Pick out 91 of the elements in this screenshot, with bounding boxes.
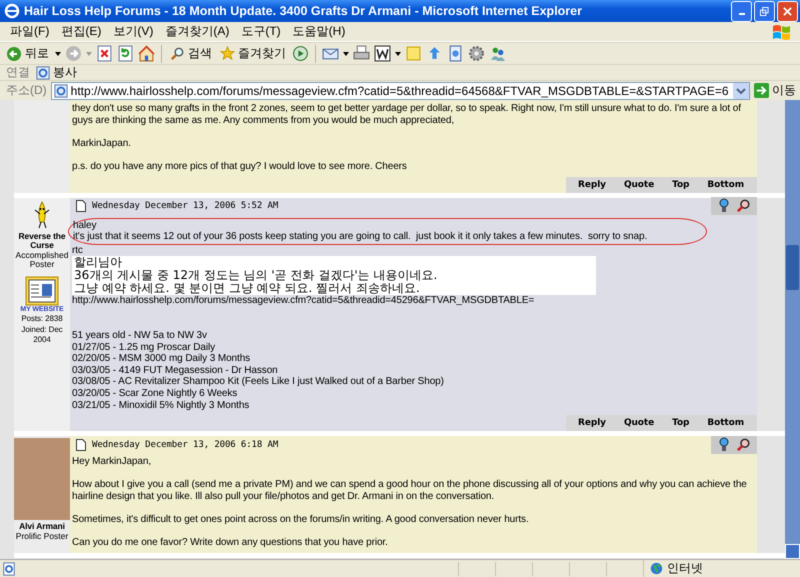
page-status-icon [2,562,16,576]
close-icon [783,6,792,16]
post-text: Sometimes, it's difficult to get ones point across on the forums/in writing. A good conversation never hurts. [72,514,530,526]
post-text: rtc [72,244,84,256]
post-action-link[interactable]: Reply [578,180,606,190]
gear-icon[interactable] [468,45,485,62]
menu-item[interactable]: 파일(F) [4,23,56,40]
post-action-link[interactable]: Bottom [707,418,744,428]
page-icon [76,438,86,451]
menu-item[interactable]: 도구(T) [235,23,287,40]
author-stat: Joined: Dec 2004 [20,324,64,345]
menu-item[interactable]: 도움말(H) [286,23,352,40]
caret-icon[interactable] [343,52,349,56]
window-title: Hair Loss Help Forums - 18 Month Update. 3400 Grafts Dr Armani - Microsoft Internet Explorer [24,4,583,18]
search-button[interactable]: 검색 [168,45,214,62]
post-action-link[interactable]: Top [672,180,690,190]
globe-icon [650,562,663,575]
post-action-link[interactable]: Quote [624,418,654,428]
dropdown-icon[interactable] [733,82,749,98]
address-field[interactable]: http://www.hairlosshelp.com/forums/messageview.cfm?catid=5&threadid=64568&FTVAR_MSGDBTABLE=&STARTPAGE=6 [50,82,750,100]
post-text: Can you do me one favor? Write down any questions that you have prior. [72,537,389,549]
post-action-link[interactable]: Bottom [707,180,744,190]
caret-icon[interactable] [395,52,401,56]
maximize-button[interactable] [754,0,775,22]
scroll-down-button[interactable] [785,544,800,559]
translation-line: 할리님아 [74,256,123,270]
security-zone: 인터넷 [667,560,703,577]
media-icon[interactable] [292,45,309,62]
post-action-link[interactable]: Reply [578,418,606,428]
post-text: http://www.hairlosshelp.com/forums/messageview.cfm?catid=5&threadid=45296&FTVAR_MSGDBTABLE= [72,295,536,307]
page-icon [54,84,68,98]
post-text: they don't use so many grafts in the front 2 zones, seem to get better yardage per dollar, so to speak. Right now, I'm still unsure what to do. I'm sure a lot of guys are thinking the same as me. Any comments from you would be much appreciated, [72,103,742,126]
post-text: 01/27/05 - 1.25 mg Proscar Daily [72,342,216,354]
address-label: 주소(D) [6,82,47,99]
translation-line: 그냥 예약 하세요. 몇 분이면 그냥 예약 되요. 찔러서 죄송하네요. [74,282,421,296]
author-stat: Posts: 2838 [21,314,63,324]
stop-icon[interactable] [96,45,113,62]
star-icon [220,46,235,61]
caret-icon[interactable] [55,52,61,56]
author-name: Alvi Armani [19,522,65,532]
go-button[interactable]: 이동 [754,82,796,99]
post-text: haley [73,220,98,232]
search-icon [170,46,185,61]
post-text: it's just that it seems 12 out of your 36 posts keep stating you are going to call. just book it it only takes a few minutes. sorry to snap. [73,231,648,243]
windows-logo-icon [772,22,792,40]
people-icon[interactable] [489,45,506,62]
magnifier-icon[interactable] [737,198,751,214]
menu-item[interactable]: 즐겨찾기(A) [159,23,236,40]
link-item[interactable]: 봉사 [36,64,77,81]
close-button[interactable] [777,0,798,22]
post-action-link[interactable]: Quote [624,180,654,190]
restore-icon [760,6,769,16]
post-text: Hey MarkinJapan, [72,456,152,468]
post-action-link[interactable]: Top [672,418,690,428]
home-icon[interactable] [138,45,155,62]
scrollbar[interactable] [785,100,800,559]
post-text: 03/03/05 - 4149 FUT Megasession - Dr Hasson [72,364,279,376]
menu-item[interactable]: 편집(E) [55,23,108,40]
banana-icon [32,200,52,230]
go-arrow-icon [754,83,769,98]
refresh-icon[interactable] [117,45,134,62]
back-button[interactable]: 뒤로 [4,45,51,62]
author-rank: Accomplished Poster [14,250,70,270]
scrollbar-thumb[interactable] [786,245,799,290]
translation-line: 36개의 게시물 중 12개 정도는 님의 '곧 전화 걸겠다'는 내용이네요. [74,269,438,282]
links-label: 연결 [6,64,30,81]
page-icon [36,66,50,80]
post-date: Wednesday December 13, 2006 6:18 AM [92,440,278,450]
browser-icon [4,3,20,19]
menu-item[interactable]: 보기(V) [107,23,160,40]
print-icon[interactable] [353,45,370,62]
post-text: 03/20/05 - Scar Zone Nightly 6 Weeks [72,388,238,400]
magnifier-icon[interactable] [737,436,751,453]
post-text: 03/21/05 - Minoxidil 5% Nightly 3 Months [72,400,250,412]
minimize-button[interactable] [731,0,752,22]
lightbulb-icon[interactable] [717,436,731,453]
author-name: Reverse the Curse [17,232,67,251]
post-text: How about I give you a call (send me a private PM) and we can spend a good hour on the phone discussing all of your options and why you can achieve the hairline design that you like. Ill also pull your file/photos and get Dr. Armani in on the conversation. [72,479,748,502]
lightbulb-icon[interactable] [717,198,731,214]
document-icon[interactable] [447,45,464,62]
post-date: Wednesday December 13, 2006 5:52 AM [92,201,278,212]
word-icon[interactable] [374,45,391,62]
minimize-icon [738,13,744,15]
page-icon [76,200,86,212]
author-rank: Prolific Poster [16,532,68,542]
post-text: 03/08/05 - AC Revitalizer Shampoo Kit (Feels Like I just Walked out of a Barber Shop) [72,376,445,388]
post-text: MarkinJapan. [72,138,132,150]
post-text: 51 years old - NW 5a to NW 3v [72,330,208,342]
favorites-button[interactable]: 즐겨찾기 [218,45,288,62]
post-text: p.s. do you have any more pics of that guy? I would love to see more. Cheers [72,160,408,173]
post-text: 02/20/05 - MSM 3000 mg Daily 3 Months [72,353,252,365]
